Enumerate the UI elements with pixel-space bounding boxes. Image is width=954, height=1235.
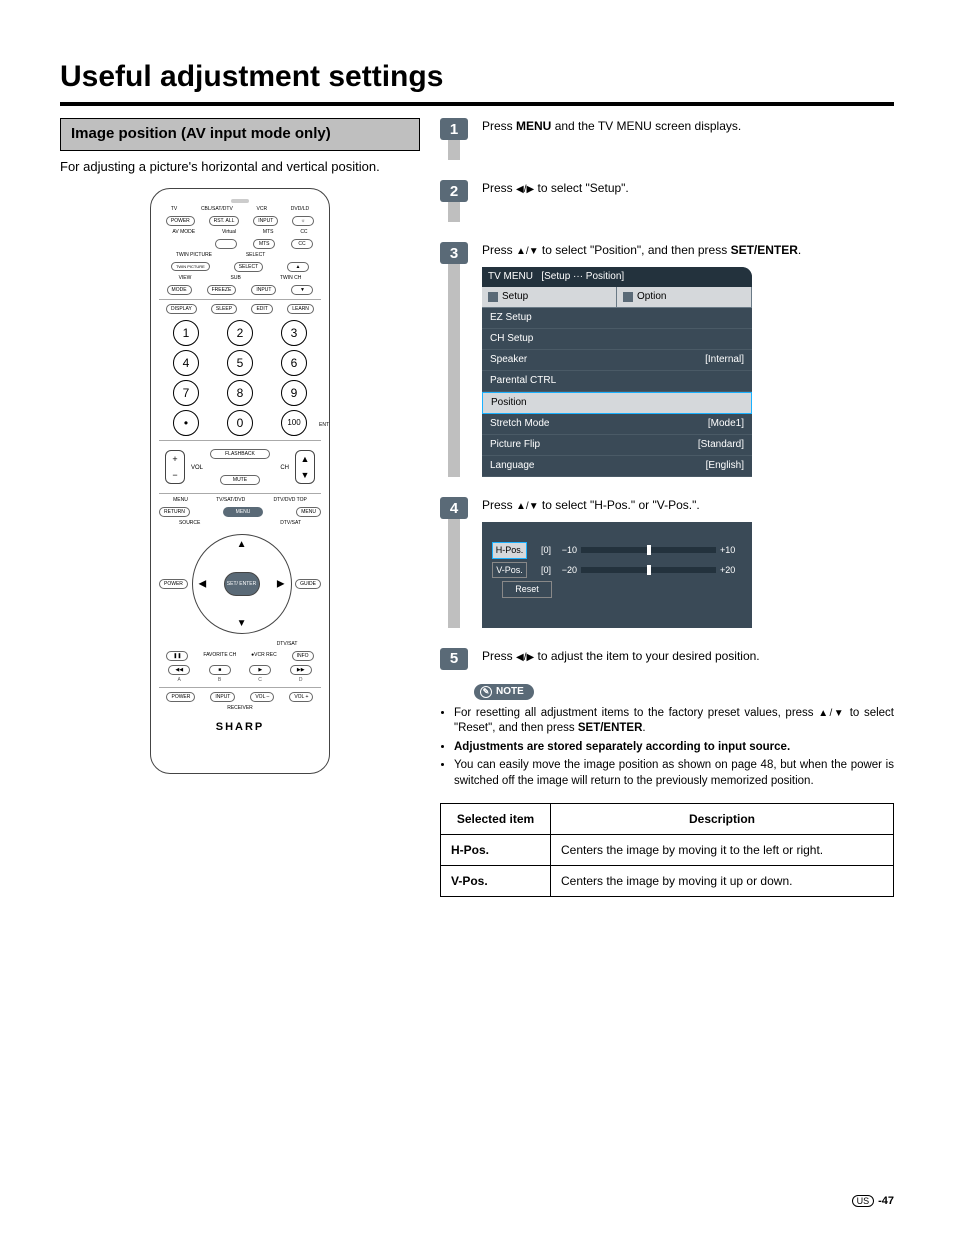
tab-option: Option <box>617 287 752 307</box>
info-button: INFO <box>292 651 314 661</box>
mute-button: MUTE <box>220 475 260 485</box>
note-item: For resetting all adjustment items to th… <box>454 706 894 737</box>
input-button: INPUT <box>253 216 278 226</box>
num-1: 1 <box>173 320 199 346</box>
num-8: 8 <box>227 380 253 406</box>
num-7: 7 <box>173 380 199 406</box>
flashback-button: FLASHBACK <box>210 449 270 459</box>
step-3-number: 3 <box>440 242 468 264</box>
num-dot: • <box>173 410 199 436</box>
description-table: Selected item Description H-Pos. Centers… <box>440 803 894 897</box>
num-100: 100 <box>281 410 307 436</box>
set-enter-button: SET/ ENTER <box>224 572 260 596</box>
table-row: V-Pos. Centers the image by moving it up… <box>441 866 894 897</box>
step-1-text: Press MENU and the TV MENU screen displa… <box>482 118 894 135</box>
vol-rocker: +− <box>165 450 185 484</box>
num-0: 0 <box>227 410 253 436</box>
tv-menu-screenshot: TV MENU [Setup ··· Position] Setup Optio… <box>482 267 752 477</box>
note-badge: ✎ NOTE <box>474 684 534 700</box>
position-row: H-Pos.[0]−10+10 <box>492 542 742 559</box>
step-4-content: Press ▲/▼ to select "H-Pos." or "V-Pos."… <box>482 497 894 628</box>
pause-button: ❚❚ <box>166 651 188 661</box>
light-button: ☼ <box>292 216 314 226</box>
table-header-description: Description <box>551 804 894 835</box>
position-row: V-Pos.[0]−20+20 <box>492 562 742 579</box>
power-button-2: POWER <box>159 579 188 589</box>
return-button: RETURN <box>159 507 190 517</box>
page-number: -47 <box>878 1195 894 1207</box>
ent-label: ENT <box>319 423 329 428</box>
position-panel-screenshot: H-Pos.[0]−10+10 V-Pos.[0]−20+20 Reset <box>482 522 752 628</box>
notes-list: For resetting all adjustment items to th… <box>440 706 894 790</box>
num-2: 2 <box>227 320 253 346</box>
receiver-label: RECEIVER <box>159 706 321 711</box>
step-4-number: 4 <box>440 497 468 519</box>
menu-button-2: MENU <box>296 507 321 517</box>
section-header: Image position (AV input mode only) <box>60 118 420 151</box>
page-footer: US -47 <box>852 1195 894 1207</box>
remote-control-illustration: TVCBL/SAT/DTVVCRDVD/LD POWER RST. ALL IN… <box>150 188 330 774</box>
tv-menu-row: Picture Flip[Standard] <box>482 435 752 456</box>
tv-menu-row: Speaker[Internal] <box>482 350 752 371</box>
tv-menu-row: Language[English] <box>482 456 752 477</box>
num-6: 6 <box>281 350 307 376</box>
note-item: Adjustments are stored separately accord… <box>454 740 894 756</box>
step-5-number: 5 <box>440 648 468 670</box>
reset-all-button: RST. ALL <box>209 216 240 226</box>
favorite-label: FAVORITE CH <box>203 653 236 658</box>
tv-menu-row: Position <box>482 392 752 414</box>
table-row: H-Pos. Centers the image by moving it to… <box>441 835 894 866</box>
up-down-icon: ▲/▼ <box>516 501 539 512</box>
nav-pad: ▲ ▼ ◀ ▶ SET/ ENTER <box>192 534 292 634</box>
sharp-logo: SHARP <box>159 721 321 733</box>
setup-tab-icon <box>488 292 498 302</box>
ch-rocker: ▲▼ <box>295 450 315 484</box>
region-badge: US <box>852 1195 875 1207</box>
note-icon: ✎ <box>480 686 492 698</box>
up-down-icon: ▲/▼ <box>516 246 539 257</box>
tv-menu-row: CH Setup <box>482 329 752 350</box>
page-title: Useful adjustment settings <box>60 60 894 94</box>
menu-button: MENU <box>223 507 263 517</box>
num-3: 3 <box>281 320 307 346</box>
section-description: For adjusting a picture's horizontal and… <box>60 159 420 174</box>
step-2-text: Press ◀/▶ to select "Setup". <box>482 180 894 197</box>
left-right-icon: ◀/▶ <box>516 652 534 663</box>
num-9: 9 <box>281 380 307 406</box>
step-2-number: 2 <box>440 180 468 202</box>
tv-menu-row: EZ Setup <box>482 308 752 329</box>
tv-menu-row: Stretch Mode[Mode1] <box>482 414 752 435</box>
step-3-content: Press ▲/▼ to select "Position", and then… <box>482 242 894 477</box>
note-item: You can easily move the image position a… <box>454 758 894 789</box>
num-4: 4 <box>173 350 199 376</box>
step-5-text: Press ◀/▶ to adjust the item to your des… <box>482 648 894 665</box>
left-right-icon: ◀/▶ <box>516 184 534 195</box>
power-button: POWER <box>166 216 195 226</box>
title-rule <box>60 102 894 106</box>
num-5: 5 <box>227 350 253 376</box>
reset-option: Reset <box>502 581 552 598</box>
guide-button: GUIDE <box>295 579 321 589</box>
tv-menu-row: Parental CTRL <box>482 371 752 392</box>
tab-setup: Setup <box>482 287 617 307</box>
vcr-rec-label: ●VCR REC <box>251 653 277 658</box>
option-tab-icon <box>623 292 633 302</box>
step-1-number: 1 <box>440 118 468 140</box>
table-header-item: Selected item <box>441 804 551 835</box>
